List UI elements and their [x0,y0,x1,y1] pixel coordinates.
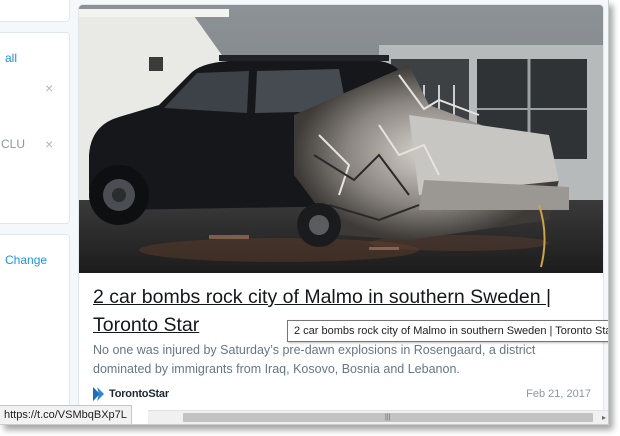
status-bar-url: https://t.co/VSMbqBXp7L [0,405,132,424]
source-name: TorontoStar [109,388,169,400]
sidebar-view-all-link[interactable]: all [5,51,17,65]
article-image[interactable] [79,5,603,273]
toronto-star-logo-icon [93,387,105,401]
dismiss-icon[interactable]: × [45,81,53,95]
sidebar-card-location: Change [0,234,70,416]
article-description: No one was injured by Saturday’s pre-daw… [93,343,536,376]
change-location-link[interactable]: Change [5,253,47,267]
browser-viewport: all × CLU × Change 2 car bombs rock city… [0,0,609,425]
sidebar-suggestion-name[interactable]: CLU [1,137,25,151]
title-tooltip: 2 car bombs rock city of Malmo in southe… [287,320,608,342]
sidebar-card-top [0,0,70,22]
article-date: Feb 21, 2017 [526,388,591,400]
scrollbar-grip-icon: ||| [385,414,391,421]
article-source: TorontoStar [93,386,169,402]
burned-truck-photo [79,5,603,273]
scrollbar-thumb[interactable]: ||| [183,413,593,422]
scroll-right-arrow-icon[interactable]: ▸ [602,412,606,424]
sidebar-card-trends: all × CLU × [0,32,70,224]
link-preview-card[interactable]: 2 car bombs rock city of Malmo in southe… [78,4,604,424]
horizontal-scrollbar[interactable]: ||| ▸ [148,410,608,424]
dismiss-icon[interactable]: × [45,137,53,151]
